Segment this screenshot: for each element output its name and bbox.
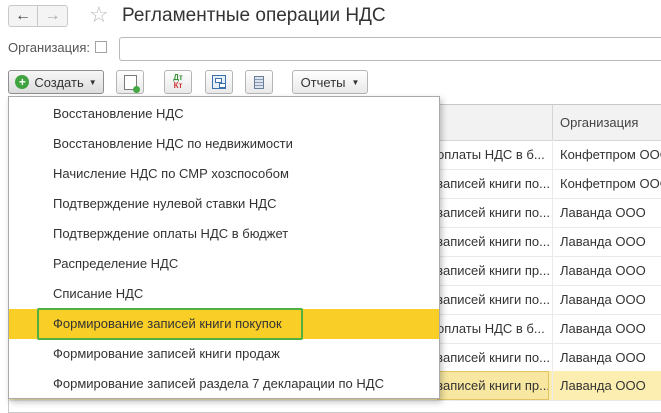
organization-input[interactable] [119, 37, 661, 61]
table-cell-organization: Конфетпром ООО [552, 140, 661, 169]
create-dropdown-menu: Восстановление НДС Восстановление НДС по… [8, 96, 440, 399]
table-cell-organization: Лаванда ООО [552, 371, 661, 400]
menu-item-vat-restoration[interactable]: Восстановление НДС [9, 99, 439, 129]
table-cell-organization: Лаванда ООО [552, 314, 661, 343]
table-cell-document: записей книги по... [437, 234, 549, 249]
kt-label: Кт [173, 81, 183, 90]
menu-item-label: Формирование записей книги покупок [53, 316, 282, 331]
menu-item-section7-entries[interactable]: Формирование записей раздела 7 деклараци… [9, 369, 439, 399]
menu-item-vat-accrual-construction[interactable]: Начисление НДС по СМР хозспособом [9, 159, 439, 189]
reports-button[interactable]: Отчеты ▼ [292, 70, 368, 94]
organization-label: Организация: [8, 40, 91, 55]
copy-icon [123, 74, 140, 93]
menu-item-label: Восстановление НДС [53, 106, 184, 121]
menu-item-sales-book-entries[interactable]: Формирование записей книги продаж [9, 339, 439, 369]
menu-item-label: Формирование записей книги продаж [53, 346, 280, 361]
document-structure-button[interactable] [205, 70, 233, 94]
table-cell-document: записей книги по... [437, 176, 549, 191]
reports-button-label: Отчеты [300, 74, 346, 90]
menu-item-purchase-book-entries[interactable]: Формирование записей книги покупок [9, 308, 439, 340]
table-cell-organization: Лаванда ООО [552, 285, 661, 314]
forward-button[interactable]: → [38, 5, 68, 27]
create-button[interactable]: + Создать ▼ [8, 70, 104, 94]
table-cell-organization: Конфетпром ООО [552, 169, 661, 198]
menu-item-zero-rate-confirmation[interactable]: Подтверждение нулевой ставки НДС [9, 189, 439, 219]
table-cell-organization: Лаванда ООО [552, 343, 661, 372]
menu-item-vat-distribution[interactable]: Распределение НДС [9, 249, 439, 279]
table-cell-organization: Лаванда ООО [552, 256, 661, 285]
menu-item-vat-restoration-real-estate[interactable]: Восстановление НДС по недвижимости [9, 129, 439, 159]
column-header-organization[interactable]: Организация [552, 105, 638, 140]
page-title: Регламентные операции НДС [122, 5, 386, 26]
arrow-left-icon: ← [15, 7, 31, 24]
create-button-label: Создать [34, 74, 84, 90]
menu-item-vat-write-off[interactable]: Списание НДС [9, 279, 439, 309]
menu-item-label: Списание НДС [53, 286, 144, 301]
menu-item-label: Подтверждение нулевой ставки НДС [53, 196, 277, 211]
copy-button[interactable] [116, 70, 144, 94]
favorite-star-icon[interactable]: ☆ [89, 2, 109, 28]
table-cell-organization: Лаванда ООО [552, 198, 661, 227]
arrow-right-icon: → [44, 7, 61, 24]
table-cell-document: записей книги пр... [437, 371, 549, 400]
menu-item-vat-payment-confirmation[interactable]: Подтверждение оплаты НДС в бюджет [9, 219, 439, 249]
dt-kt-icon: Дт Кт [173, 74, 183, 90]
menu-item-label: Восстановление НДС по недвижимости [53, 136, 293, 151]
list-settings-button[interactable] [245, 70, 273, 94]
table-cell-organization: Лаванда ООО [552, 227, 661, 256]
chevron-down-icon: ▼ [351, 77, 360, 87]
menu-item-label: Формирование записей раздела 7 деклараци… [53, 376, 384, 391]
table-cell-document: записей книги по... [437, 205, 549, 220]
menu-item-label: Распределение НДС [53, 256, 179, 271]
table-cell-document: записей книги пр... [437, 263, 549, 278]
structure-icon [212, 75, 226, 89]
table-cell-document: записей книги по... [437, 350, 549, 365]
menu-item-label: Начисление НДС по СМР хозспособом [53, 166, 289, 181]
table-cell-document: оплаты НДС в б... [437, 321, 545, 336]
back-button[interactable]: ← [8, 5, 38, 27]
menu-item-label: Подтверждение оплаты НДС в бюджет [53, 226, 289, 241]
table-cell-document: оплаты НДС в б... [437, 147, 545, 162]
table-cell-document: записей книги по... [437, 292, 549, 307]
chevron-down-icon: ▼ [88, 77, 97, 87]
plus-icon: + [15, 75, 30, 89]
organization-filter-checkbox[interactable] [95, 41, 107, 53]
postings-button[interactable]: Дт Кт [164, 70, 192, 94]
list-icon [254, 75, 264, 89]
